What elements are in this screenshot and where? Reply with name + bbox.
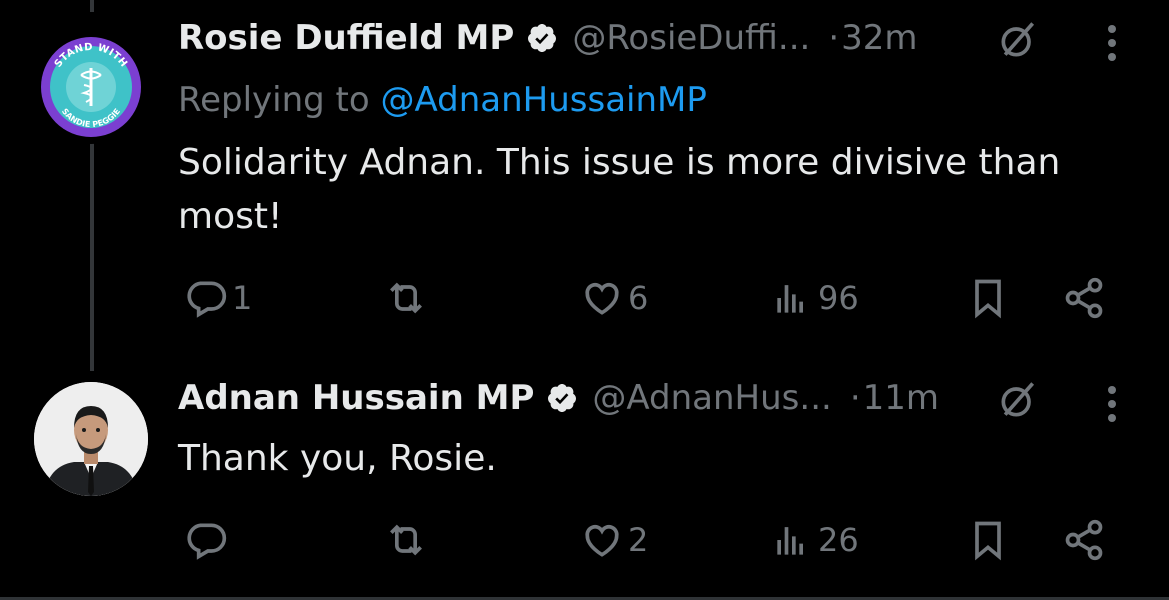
bookmark-button[interactable]	[966, 276, 1010, 320]
reply-button[interactable]: 1	[184, 276, 252, 320]
author-name[interactable]: Rosie Duffield MP	[178, 18, 514, 58]
grok-icon[interactable]	[996, 18, 1040, 62]
views-icon	[777, 285, 803, 313]
retweet-button[interactable]	[384, 518, 432, 562]
like-icon	[585, 524, 619, 557]
tweet-actions: 1 6 96	[0, 273, 1169, 323]
retweet-icon	[390, 524, 422, 556]
separator-dot: ·	[849, 378, 861, 418]
share-button[interactable]	[1062, 276, 1106, 320]
views-icon	[777, 527, 803, 555]
timestamp[interactable]: 32m	[841, 18, 917, 58]
like-count: 6	[628, 279, 649, 317]
profile-photo	[34, 382, 148, 496]
like-button[interactable]: 6	[580, 276, 648, 320]
separator-dot: ·	[828, 18, 840, 58]
thread-line	[90, 143, 94, 371]
views-button[interactable]: 26	[770, 518, 859, 562]
reply-button[interactable]	[184, 518, 232, 562]
stand-with-sandie-peggie-badge: STAND WITH SANDIE PEGGIE	[41, 37, 141, 137]
like-icon	[585, 282, 619, 315]
author-handle[interactable]: @AdnanHus...	[592, 378, 831, 418]
reply-count: 1	[232, 279, 253, 317]
tweet-header: Adnan Hussain MP @AdnanHus... · 11m	[178, 378, 939, 418]
bookmark-icon	[975, 521, 1001, 561]
verified-badge-icon	[528, 24, 557, 52]
like-count: 2	[628, 521, 649, 559]
replying-to: Replying to @AdnanHussainMP	[178, 80, 707, 120]
bookmark-button[interactable]	[966, 518, 1010, 562]
verified-badge-icon	[548, 384, 577, 412]
mention-link[interactable]: @AdnanHussainMP	[381, 80, 707, 120]
reply-icon	[187, 523, 227, 560]
bookmark-icon	[975, 279, 1001, 319]
thread-line-top	[90, 0, 94, 12]
tweet-actions: 2 26	[0, 515, 1169, 565]
more-vertical-icon[interactable]	[1102, 23, 1122, 63]
views-count: 96	[818, 279, 859, 317]
reply-icon	[187, 281, 227, 318]
like-button[interactable]: 2	[580, 518, 648, 562]
share-icon	[1065, 519, 1103, 561]
replying-to-prefix: Replying to	[178, 80, 381, 120]
retweet-button[interactable]	[384, 276, 432, 320]
tweet-text: Thank you, Rosie.	[178, 438, 497, 479]
share-button[interactable]	[1062, 518, 1106, 562]
avatar[interactable]: STAND WITH SANDIE PEGGIE	[34, 30, 148, 144]
tweet-header: Rosie Duffield MP @RosieDuffi... · 32m	[178, 18, 918, 58]
retweet-icon	[390, 282, 422, 314]
views-button[interactable]: 96	[770, 276, 859, 320]
views-count: 26	[818, 521, 859, 559]
author-name[interactable]: Adnan Hussain MP	[178, 378, 534, 418]
more-vertical-icon[interactable]	[1102, 384, 1122, 424]
avatar[interactable]	[34, 382, 148, 496]
share-icon	[1065, 277, 1103, 319]
grok-icon[interactable]	[996, 378, 1040, 422]
tweet-text: Solidarity Adnan. This issue is more div…	[178, 142, 1061, 237]
timestamp[interactable]: 11m	[863, 378, 939, 418]
author-handle[interactable]: @RosieDuffi...	[572, 18, 810, 58]
